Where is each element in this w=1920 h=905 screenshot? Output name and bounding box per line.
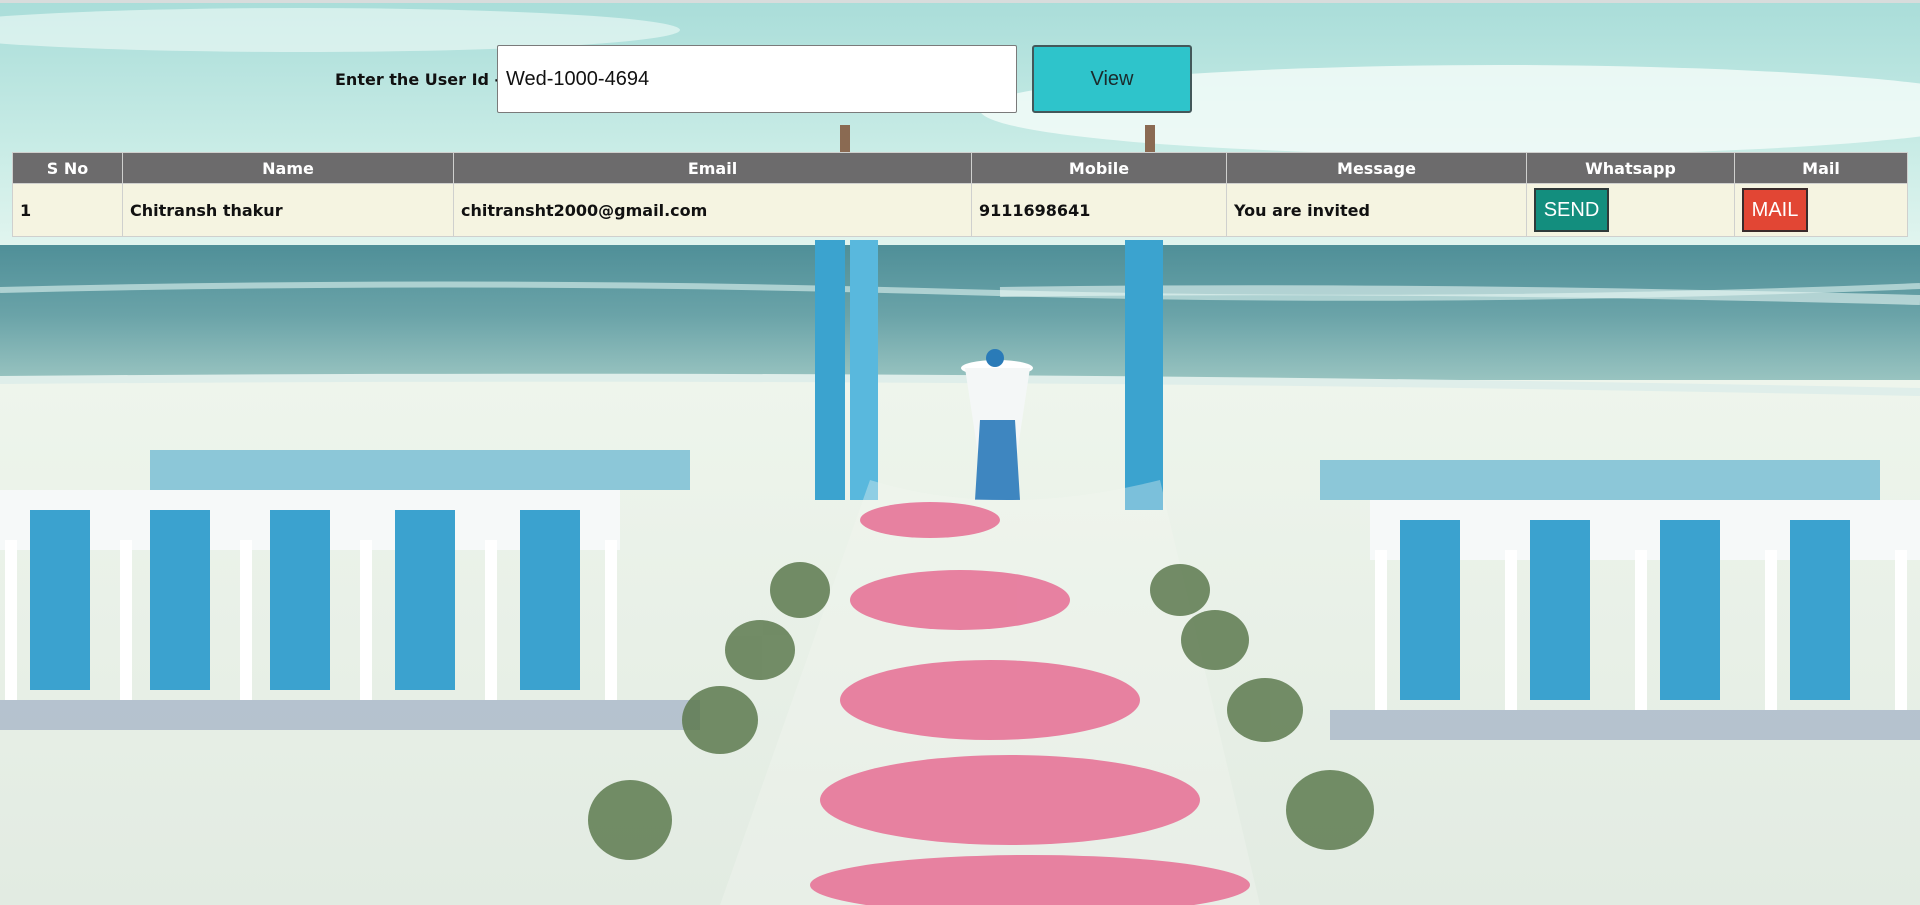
- page: Enter the User Id - View S No Name Email…: [0, 0, 1920, 905]
- whatsapp-send-button[interactable]: SEND: [1534, 188, 1609, 232]
- users-table: S No Name Email Mobile Message Whatsapp …: [12, 152, 1908, 237]
- header-message: Message: [1227, 153, 1526, 183]
- header-whatsapp: Whatsapp: [1527, 153, 1734, 183]
- cell-sno: 1: [13, 184, 122, 236]
- cell-mail: MAIL: [1735, 184, 1907, 236]
- table-header-row: S No Name Email Mobile Message Whatsapp …: [13, 153, 1907, 183]
- header-mail: Mail: [1735, 153, 1907, 183]
- cell-mobile: 9111698641: [972, 184, 1226, 236]
- header-sno: S No: [13, 153, 122, 183]
- background-beach-wedding-image: [0, 0, 1920, 905]
- user-id-input[interactable]: [497, 45, 1017, 113]
- user-id-label: Enter the User Id -: [335, 70, 502, 89]
- cell-message: You are invited: [1227, 184, 1526, 236]
- cell-email: chitransht2000@gmail.com: [454, 184, 971, 236]
- top-divider: [0, 0, 1920, 3]
- cell-whatsapp: SEND: [1527, 184, 1734, 236]
- header-email: Email: [454, 153, 971, 183]
- cell-name: Chitransh thakur: [123, 184, 453, 236]
- view-button[interactable]: View: [1032, 45, 1192, 113]
- header-name: Name: [123, 153, 453, 183]
- table-row: 1 Chitransh thakur chitransht2000@gmail.…: [13, 184, 1907, 236]
- header-mobile: Mobile: [972, 153, 1226, 183]
- mail-button[interactable]: MAIL: [1742, 188, 1808, 232]
